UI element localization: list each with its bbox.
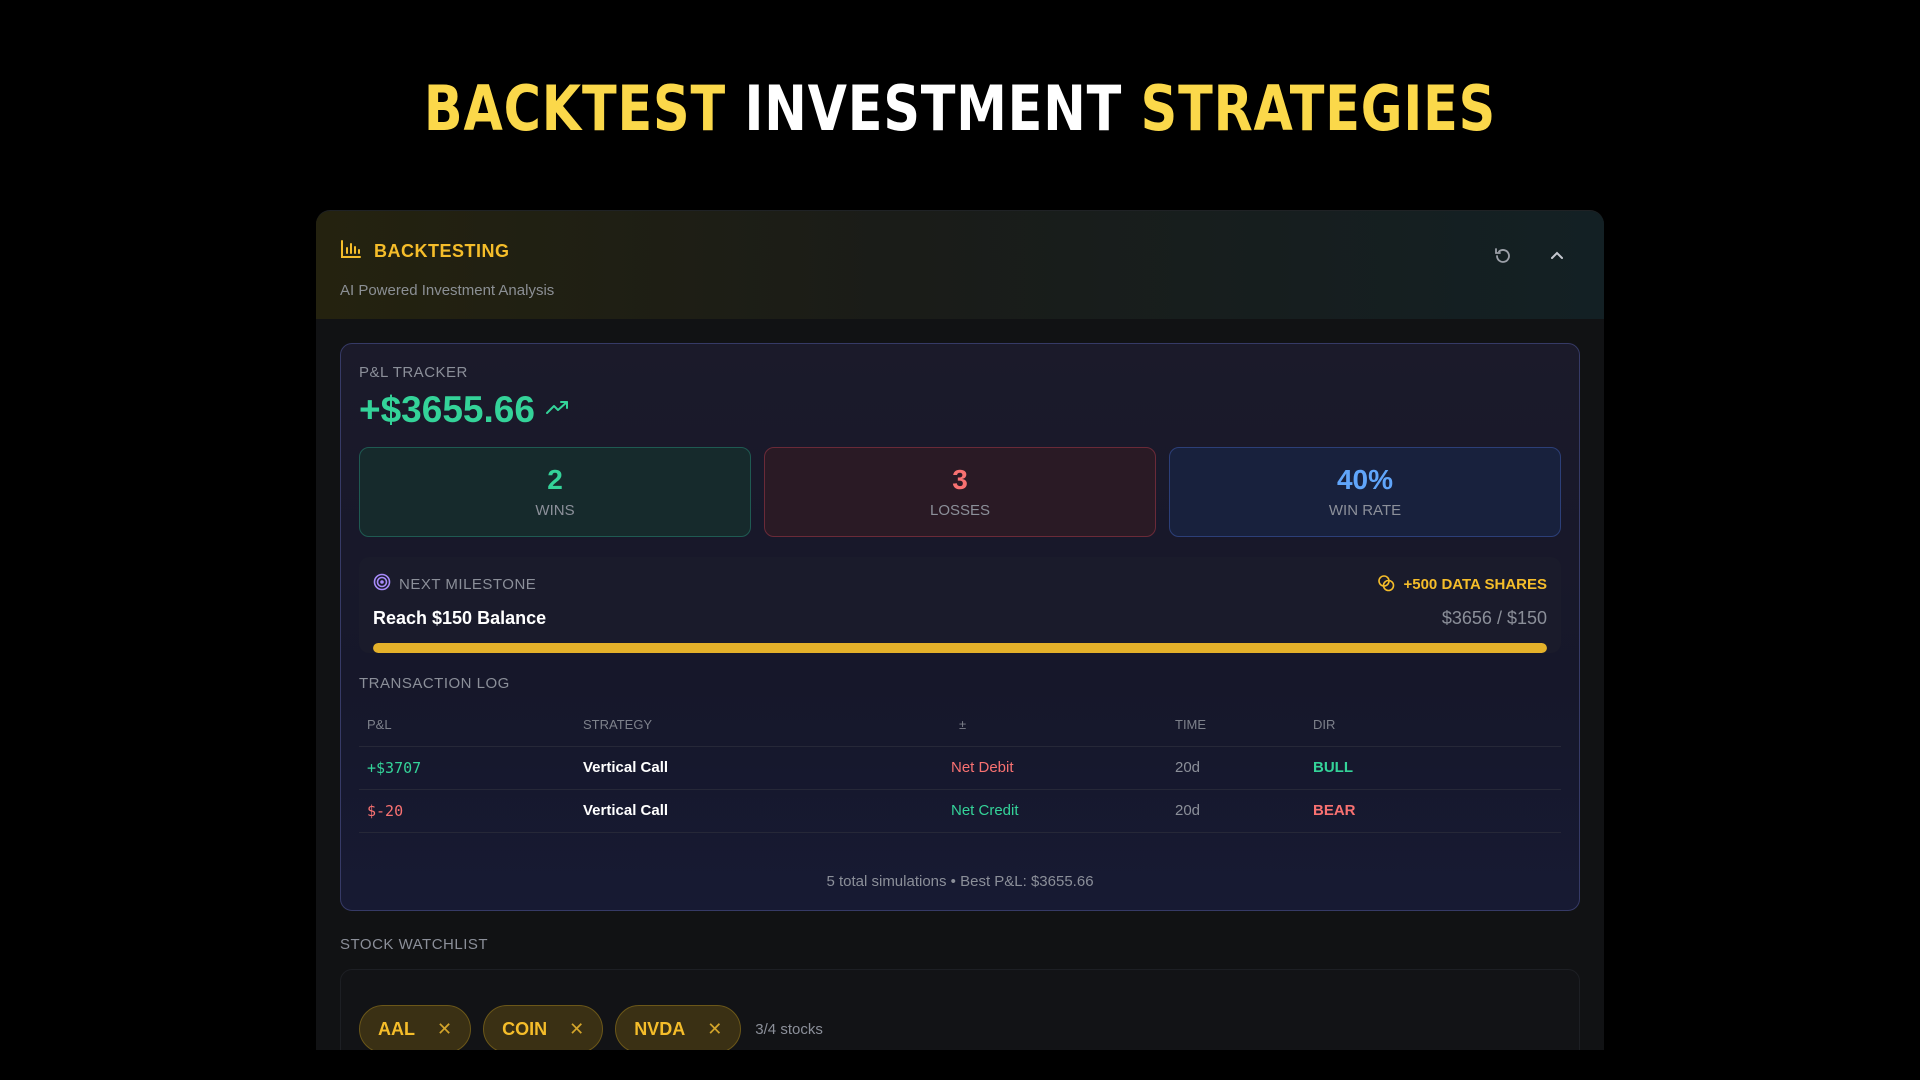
- wins-value: 2: [547, 464, 563, 495]
- row-time: 20d: [1167, 746, 1305, 790]
- stock-chip-label: NVDA: [634, 1018, 686, 1039]
- pnl-tracker-card: P&L TRACKER +$3655.66 2 WINS 3 LOSSES 40…: [340, 343, 1580, 911]
- bar-chart-icon: [340, 239, 362, 264]
- coins-icon: [1377, 574, 1395, 596]
- row-dir: BULL: [1305, 746, 1561, 790]
- col-header-dir: DIR: [1305, 704, 1561, 747]
- milestone-goal: Reach $150 Balance: [373, 608, 547, 628]
- table-header-row: P&L STRATEGY ± TIME DIR: [359, 704, 1561, 747]
- row-type: Net Debit: [951, 746, 1167, 790]
- simulation-summary: 5 total simulations • Best P&L: $3655.66: [826, 873, 1094, 890]
- refresh-icon: [1495, 248, 1510, 263]
- losses-label: LOSSES: [929, 502, 991, 519]
- milestone-progress-fill: [373, 643, 1547, 653]
- milestone-progress-text: $3656 / $150: [1441, 608, 1547, 628]
- row-strategy: Vertical Call: [575, 746, 951, 790]
- col-header-time: TIME: [1167, 704, 1305, 747]
- panel-header: BACKTESTING AI Powered Investment Analys…: [316, 211, 1604, 319]
- transaction-log-title: TRANSACTION LOG: [359, 675, 510, 692]
- col-header-pnl: P&L: [359, 704, 575, 747]
- hero-title: BACKTEST INVESTMENT STRATEGIES: [173, 72, 1747, 145]
- table-row[interactable]: $-20 Vertical Call Net Credit 20d BEAR: [359, 789, 1561, 833]
- win-rate-value: 40%: [1336, 464, 1394, 495]
- close-icon[interactable]: ✕: [707, 1019, 722, 1040]
- watchlist-count: 3/4 stocks: [755, 1020, 823, 1038]
- row-pnl: $-20: [359, 789, 575, 833]
- transaction-table: P&L STRATEGY ± TIME DIR +$3707 Vertical …: [359, 704, 1561, 833]
- milestone-card: NEXT MILESTONE +500 DATA SHARES Reach $1…: [359, 557, 1561, 653]
- pnl-tracker-label: P&L TRACKER: [359, 364, 468, 381]
- win-rate-card: 40% WIN RATE: [1169, 447, 1561, 537]
- panel-title: BACKTESTING: [374, 241, 510, 261]
- milestone-progress-bar: [373, 643, 1547, 653]
- watchlist-label: STOCK WATCHLIST: [340, 936, 489, 953]
- col-header-strategy: STRATEGY: [575, 704, 951, 747]
- stock-chip-label: AAL: [378, 1018, 415, 1039]
- table-row[interactable]: +$3707 Vertical Call Net Debit 20d BULL: [359, 746, 1561, 790]
- stock-chip-coin[interactable]: COIN ✕: [483, 1005, 604, 1050]
- milestone-label: NEXT MILESTONE: [399, 576, 537, 593]
- win-rate-label: WIN RATE: [1328, 502, 1402, 519]
- losses-value: 3: [952, 464, 968, 495]
- trending-up-icon: [545, 399, 571, 422]
- target-icon: [373, 573, 391, 596]
- row-strategy: Vertical Call: [575, 789, 951, 833]
- close-icon[interactable]: ✕: [437, 1019, 452, 1040]
- collapse-button[interactable]: [1546, 245, 1568, 267]
- pnl-value: +$3655.66: [359, 389, 535, 430]
- row-type: Net Credit: [951, 789, 1167, 833]
- row-dir: BEAR: [1305, 789, 1561, 833]
- wins-label: WINS: [535, 502, 575, 519]
- backtesting-panel: BACKTESTING AI Powered Investment Analys…: [316, 210, 1604, 1050]
- col-header-sign: ±: [951, 704, 1167, 747]
- watchlist-box: AAL ✕ COIN ✕ NVDA ✕ 3/4 stocks: [340, 969, 1580, 1050]
- chevron-up-icon: [1551, 251, 1563, 259]
- row-pnl: +$3707: [359, 746, 575, 790]
- close-icon[interactable]: ✕: [569, 1019, 584, 1040]
- milestone-reward: +500 DATA SHARES: [1403, 576, 1547, 593]
- stock-chip-nvda[interactable]: NVDA ✕: [615, 1005, 742, 1050]
- hero-word-1: BACKTEST: [423, 72, 726, 145]
- stock-chip-aal[interactable]: AAL ✕: [359, 1005, 472, 1050]
- losses-card: 3 LOSSES: [764, 447, 1156, 537]
- hero-word-3: STRATEGIES: [1140, 72, 1497, 145]
- row-time: 20d: [1167, 789, 1305, 833]
- hero-word-2: INVESTMENT: [744, 72, 1123, 145]
- stock-chip-label: COIN: [502, 1018, 548, 1039]
- refresh-button[interactable]: [1492, 245, 1514, 267]
- panel-subtitle: AI Powered Investment Analysis: [340, 282, 555, 299]
- wins-card: 2 WINS: [359, 447, 751, 537]
